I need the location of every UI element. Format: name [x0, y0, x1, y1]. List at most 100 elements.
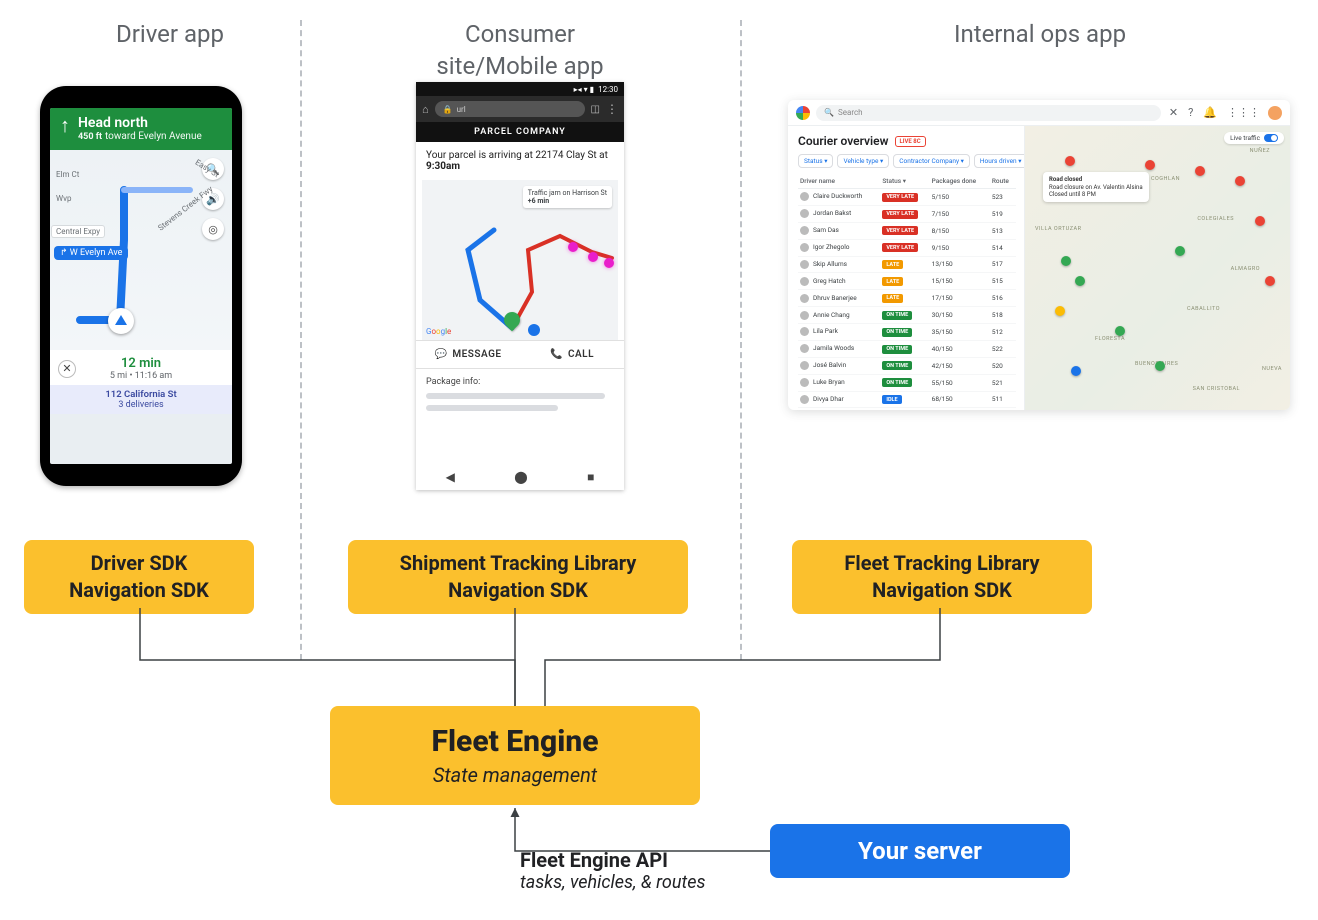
parcel-company-header: PARCEL COMPANY: [416, 122, 624, 142]
close-icon[interactable]: ✕: [58, 360, 76, 378]
filter-chip[interactable]: Status ▾: [798, 154, 833, 168]
call-button[interactable]: 📞CALL: [520, 341, 624, 368]
avatar-icon: [800, 311, 809, 320]
area-label: NUEVA: [1262, 366, 1282, 372]
consumer-phone-frame: ▸◂ ▾ ▮ 12:30 ⌂ 🔒 url ◫ ⋮ PARCEL COMPANY …: [416, 82, 624, 490]
status-badge: ON TIME: [882, 361, 912, 370]
table-header[interactable]: Packages done: [930, 174, 990, 189]
menu-icon[interactable]: ⋮: [606, 102, 618, 116]
ops-topbar: 🔍Search ✕ ? 🔔 ⋮⋮⋮: [788, 100, 1290, 126]
avatar-icon: [800, 226, 809, 235]
table-header[interactable]: Driver name: [798, 174, 880, 189]
courier-pin-icon[interactable]: [1061, 256, 1071, 266]
courier-pin-icon[interactable]: [1071, 366, 1081, 376]
courier-pin-icon[interactable]: [1155, 361, 1165, 371]
table-row[interactable]: Greg HatchLATE15/150515: [798, 273, 1016, 290]
driver-phone-frame: ↑ Head north 450 fttoward Evelyn Avenue …: [40, 86, 242, 486]
lock-icon: 🔒: [443, 105, 453, 114]
help-icon[interactable]: ?: [1188, 106, 1193, 119]
area-label: COLEGIALES: [1197, 216, 1234, 222]
filter-chip[interactable]: Vehicle type ▾: [837, 154, 889, 168]
column-title-consumer-l1: Consumer: [370, 20, 670, 48]
courier-pin-icon[interactable]: [1065, 156, 1075, 166]
table-row[interactable]: Claire DuckworthVERY LATE5/150523: [798, 189, 1016, 206]
parcel-status-text: Your parcel is arriving at 22174 Clay St…: [416, 142, 624, 180]
courier-pin-icon[interactable]: [1145, 160, 1155, 170]
nav-direction: Head north: [78, 115, 202, 131]
eta-time: 12 min: [86, 356, 196, 371]
status-badge: VERY LATE: [882, 226, 918, 235]
table-row[interactable]: Lila ParkON TIME35/150512: [798, 324, 1016, 341]
avatar-icon: [800, 209, 809, 218]
delivery-banner[interactable]: 112 California St 3 deliveries: [50, 385, 232, 414]
table-row[interactable]: José BalvinON TIME42/150520: [798, 357, 1016, 374]
table-row[interactable]: Annie ChangON TIME30/150518: [798, 307, 1016, 324]
ops-dashboard-frame: 🔍Search ✕ ? 🔔 ⋮⋮⋮ Courier overview LIVE …: [788, 100, 1290, 410]
tabs-icon[interactable]: ◫: [591, 104, 600, 115]
area-label: CABALLITO: [1187, 306, 1220, 312]
ops-map[interactable]: Live traffic Road closed Road closure on…: [1024, 126, 1290, 410]
recent-icon[interactable]: ■: [587, 470, 594, 484]
table-row[interactable]: Skip AllumsLATE13/150517: [798, 256, 1016, 273]
compass-icon[interactable]: ◎: [202, 218, 224, 240]
table-row[interactable]: Luke BryanON TIME55/150521: [798, 374, 1016, 391]
filter-chip[interactable]: Contractor Company ▾: [893, 154, 970, 168]
consumer-map[interactable]: Traffic jam on Harrison St +6 min Google: [422, 180, 618, 340]
courier-pin-icon[interactable]: [1265, 276, 1275, 286]
avatar-icon: [800, 294, 809, 303]
table-header[interactable]: Route: [990, 174, 1016, 189]
avatar-icon: [800, 277, 809, 286]
close-icon[interactable]: ✕: [1169, 106, 1178, 119]
status-badge: LATE: [882, 294, 903, 303]
table-row[interactable]: Dhruv BanerjeeLATE17/150516: [798, 290, 1016, 307]
status-badge: LATE: [882, 260, 903, 269]
url-input[interactable]: 🔒 url: [435, 101, 585, 117]
incident-dot-icon: [604, 258, 614, 268]
ops-search-input[interactable]: 🔍Search: [816, 105, 1161, 121]
table-row[interactable]: Igor ZhegoloVERY LATE9/150514: [798, 239, 1016, 256]
column-title-driver: Driver app: [20, 20, 320, 48]
status-badge: LATE: [882, 277, 903, 286]
status-badge: ON TIME: [882, 328, 912, 337]
your-server-box: Your server: [770, 824, 1070, 878]
table-row[interactable]: Divya DharIDLE68/150511: [798, 391, 1016, 408]
status-badge: IDLE: [882, 395, 901, 404]
ops-title: Courier overview: [798, 134, 889, 148]
area-label: ALMAGRO: [1231, 266, 1260, 272]
table-row[interactable]: Jamila WoodsON TIME40/150522: [798, 340, 1016, 357]
courier-pin-icon[interactable]: [1255, 216, 1265, 226]
courier-pin-icon[interactable]: [1115, 326, 1125, 336]
driver-map[interactable]: 🔍 🔊 ◎ Elm Ct Wvp Central Expy Stevens Cr…: [50, 150, 232, 350]
courier-table: Driver nameStatus ▾Packages doneRoute Cl…: [798, 174, 1016, 408]
filter-chip[interactable]: Hours driven ▾: [974, 154, 1028, 168]
table-header[interactable]: Status ▾: [880, 174, 929, 189]
eta-sub: 5 mi • 11:16 am: [86, 371, 196, 381]
bell-icon[interactable]: 🔔: [1203, 106, 1217, 119]
nav-subtext: 450 fttoward Evelyn Avenue: [78, 131, 202, 142]
signal-icon: ▸◂ ▾ ▮: [574, 85, 594, 94]
google-logo-icon: [796, 106, 810, 120]
live-traffic-toggle[interactable]: Live traffic: [1224, 132, 1284, 144]
courier-pin-icon[interactable]: [1235, 176, 1245, 186]
fleet-engine-api-label: Fleet Engine API tasks, vehicles, & rout…: [520, 848, 705, 893]
courier-pin-icon[interactable]: [1175, 246, 1185, 256]
courier-pin-icon[interactable]: [1195, 166, 1205, 176]
home-icon[interactable]: ⬤: [514, 470, 527, 484]
area-label: COGHLAN: [1151, 176, 1180, 182]
back-icon[interactable]: ◀: [446, 470, 455, 484]
table-row[interactable]: Jordan BakstVERY LATE7/150519: [798, 205, 1016, 222]
avatar-icon: [800, 243, 809, 252]
phone-statusbar: ▸◂ ▾ ▮ 12:30: [416, 82, 624, 96]
home-icon[interactable]: ⌂: [422, 103, 429, 116]
avatar[interactable]: [1268, 106, 1282, 120]
courier-pin-icon[interactable]: [1075, 276, 1085, 286]
courier-pin-icon[interactable]: [1055, 306, 1065, 316]
status-badge: VERY LATE: [882, 210, 918, 219]
road-label: Central Expy: [52, 226, 104, 237]
avatar-icon: [800, 361, 809, 370]
phone-icon: 📞: [550, 349, 563, 360]
apps-icon[interactable]: ⋮⋮⋮: [1227, 106, 1260, 119]
table-row[interactable]: Sam DasVERY LATE8/150513: [798, 222, 1016, 239]
google-logo: Google: [426, 327, 451, 336]
message-button[interactable]: 💬MESSAGE: [416, 341, 520, 368]
